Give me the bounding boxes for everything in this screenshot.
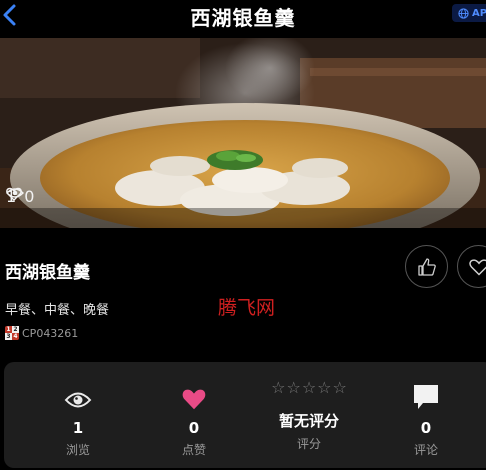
heart-outline-icon: [6, 187, 22, 201]
thumbs-up-button[interactable]: [405, 245, 448, 288]
dish-code-row: 1234 CP043261: [5, 326, 78, 340]
page-title: 西湖银鱼羹: [190, 6, 296, 30]
heart-icon: [182, 389, 206, 410]
views-label: 浏览: [65, 443, 90, 457]
rating-value: 暂无评分: [278, 412, 339, 430]
dish-code: CP043261: [22, 326, 79, 340]
comment-bubble-icon: [414, 385, 438, 409]
watermark: 腾飞网: [218, 297, 276, 319]
eye-icon: [64, 392, 92, 408]
views-count: 1: [72, 419, 84, 437]
star-icon: ☆: [286, 378, 301, 397]
hero-stats: 1 0: [6, 187, 34, 206]
comments-label: 评论: [413, 443, 438, 457]
language-label: AP: [472, 7, 486, 19]
soup-bowl-image: [0, 38, 486, 228]
stat-rating: ☆ ☆ ☆ ☆ ☆ 暂无评分 评分: [259, 362, 359, 468]
stats-panel: 1 浏览 0 点赞 ☆ ☆ ☆ ☆ ☆ 暂无评分 评分 0 评论: [4, 362, 486, 468]
rating-label: 评分: [296, 437, 321, 451]
top-bar: 西湖银鱼羹 AP: [0, 0, 486, 38]
thumbs-up-icon: [417, 257, 436, 276]
heart-outline-icon: [468, 258, 486, 276]
comments-count: 0: [420, 419, 432, 437]
rating-stars: ☆ ☆ ☆ ☆ ☆: [271, 380, 347, 396]
star-icon: ☆: [332, 378, 347, 397]
stat-comments[interactable]: 0 评论: [386, 362, 466, 468]
code-number-icon: 1234: [5, 326, 19, 340]
hero-likes: 0: [6, 187, 35, 206]
meal-times: 早餐、中餐、晚餐: [5, 303, 110, 318]
language-button[interactable]: AP: [452, 4, 486, 22]
favorite-button[interactable]: [457, 245, 486, 288]
star-icon: ☆: [301, 378, 317, 397]
stat-likes[interactable]: 0 点赞: [154, 362, 234, 468]
star-icon: ☆: [317, 378, 332, 397]
star-icon: ☆: [271, 378, 286, 397]
dish-photo: 1 0: [0, 38, 486, 228]
likes-label: 点赞: [181, 443, 206, 457]
globe-icon: [458, 7, 469, 19]
hero-likes-count: 0: [24, 187, 35, 206]
dish-name: 西湖银鱼羹: [5, 263, 90, 283]
likes-count: 0: [188, 419, 200, 437]
stat-views: 1 浏览: [38, 362, 118, 468]
